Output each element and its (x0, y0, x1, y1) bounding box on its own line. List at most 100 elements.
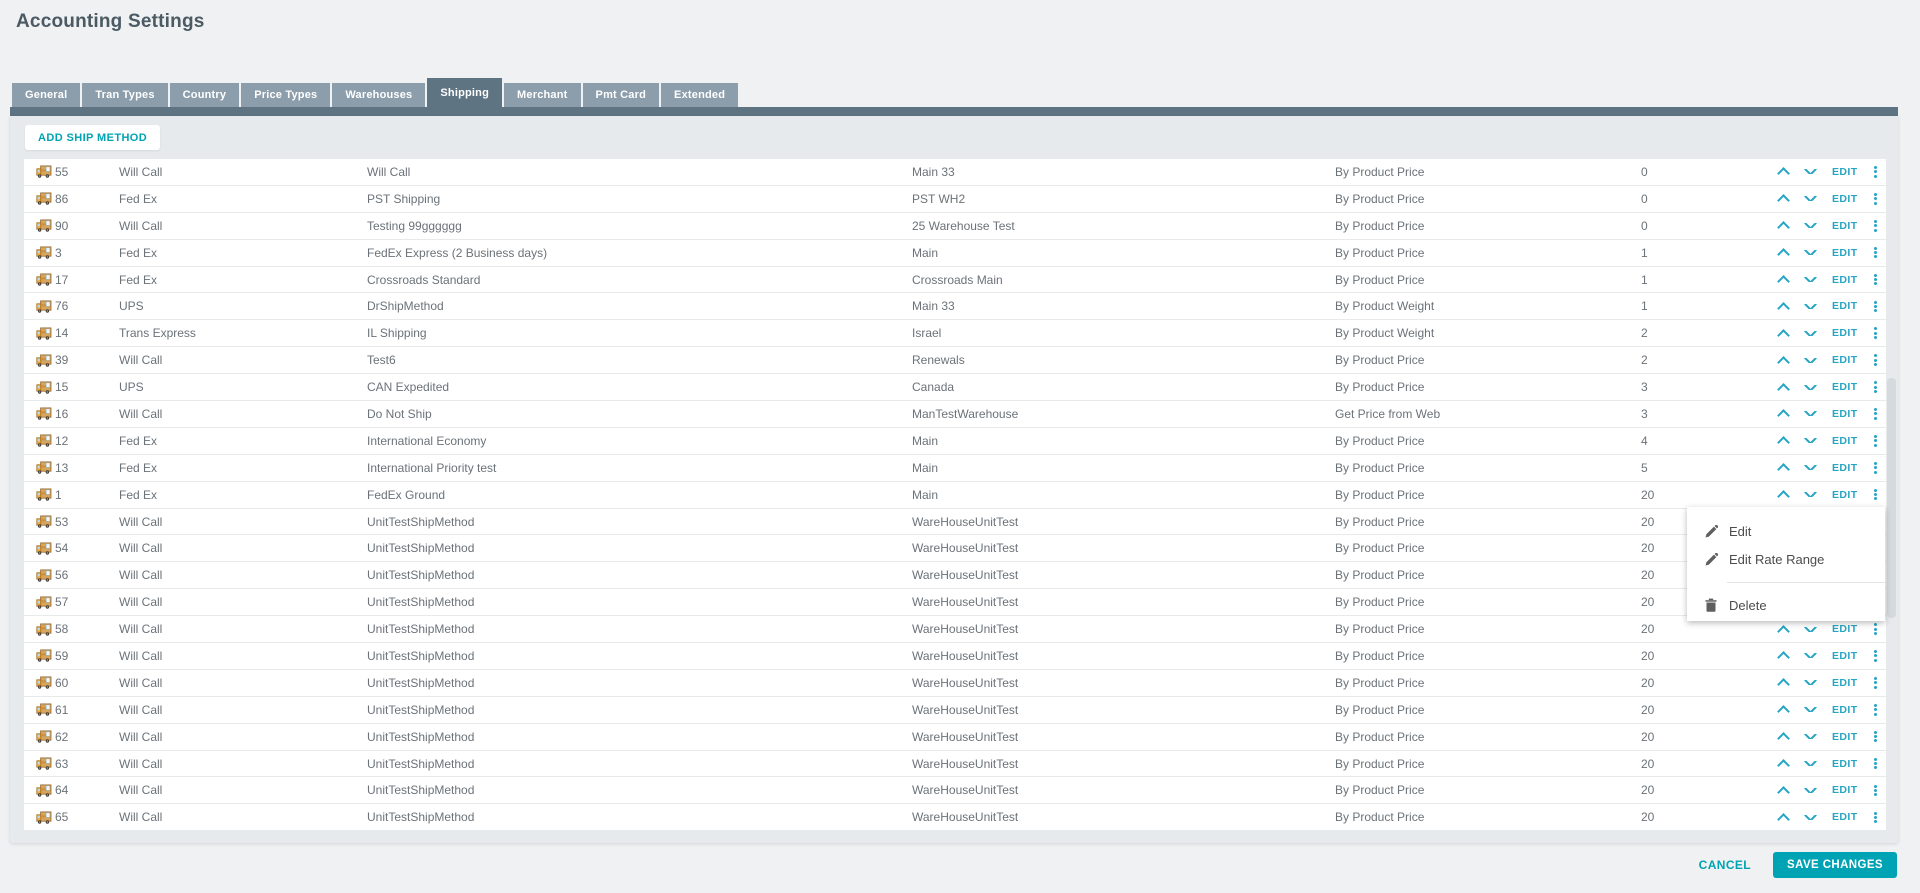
edit-link[interactable]: EDIT (1822, 704, 1864, 716)
move-up-button[interactable] (1768, 784, 1798, 797)
move-down-button[interactable] (1798, 411, 1822, 417)
more-actions-button[interactable] (1864, 192, 1886, 206)
edit-link[interactable]: EDIT (1822, 435, 1864, 447)
move-up-button[interactable] (1768, 246, 1798, 260)
edit-link[interactable]: EDIT (1822, 677, 1864, 689)
move-up-button[interactable] (1768, 219, 1798, 233)
move-down-button[interactable] (1798, 787, 1822, 793)
context-menu-item-edit[interactable]: Edit (1687, 517, 1885, 545)
more-actions-button[interactable] (1864, 219, 1886, 233)
move-down-button[interactable] (1798, 357, 1822, 363)
more-actions-button[interactable] (1864, 353, 1886, 367)
edit-link[interactable]: EDIT (1822, 300, 1864, 312)
edit-link[interactable]: EDIT (1822, 274, 1864, 286)
move-up-button[interactable] (1768, 407, 1798, 421)
more-actions-button[interactable] (1864, 326, 1886, 340)
edit-link[interactable]: EDIT (1822, 327, 1864, 339)
cancel-button[interactable]: CANCEL (1693, 857, 1757, 873)
scrollbar-thumb[interactable] (1887, 378, 1896, 618)
tab-merchant[interactable]: Merchant (504, 83, 581, 107)
edit-link[interactable]: EDIT (1822, 811, 1864, 823)
move-up-button[interactable] (1768, 273, 1798, 286)
more-actions-button[interactable] (1864, 783, 1886, 797)
move-up-button[interactable] (1768, 381, 1798, 394)
move-up-button[interactable] (1768, 811, 1798, 824)
tab-shipping[interactable]: Shipping (427, 78, 503, 107)
move-up-button[interactable] (1768, 192, 1798, 206)
move-up-button[interactable] (1768, 757, 1798, 771)
tab-warehouses[interactable]: Warehouses (332, 83, 426, 107)
tab-tran-types[interactable]: Tran Types (82, 83, 168, 107)
move-down-button[interactable] (1798, 384, 1822, 390)
edit-link[interactable]: EDIT (1822, 784, 1864, 796)
more-actions-button[interactable] (1864, 622, 1886, 636)
save-changes-button[interactable]: SAVE CHANGES (1773, 852, 1897, 878)
move-down-button[interactable] (1798, 626, 1822, 632)
tab-price-types[interactable]: Price Types (241, 83, 331, 107)
move-down-button[interactable] (1798, 761, 1822, 767)
more-actions-button[interactable] (1864, 730, 1886, 744)
move-up-button[interactable] (1768, 434, 1798, 448)
move-up-button[interactable] (1768, 300, 1798, 313)
move-down-button[interactable] (1798, 465, 1822, 471)
move-up-button[interactable] (1768, 461, 1798, 475)
move-down-button[interactable] (1798, 492, 1822, 498)
move-up-button[interactable] (1768, 165, 1798, 179)
edit-link[interactable]: EDIT (1822, 193, 1864, 205)
move-up-button[interactable] (1768, 327, 1798, 340)
more-actions-button[interactable] (1864, 299, 1886, 313)
more-actions-button[interactable] (1864, 380, 1886, 394)
more-actions-button[interactable] (1864, 810, 1886, 824)
context-menu-item-delete[interactable]: Delete (1687, 591, 1885, 619)
move-down-button[interactable] (1798, 277, 1822, 282)
tab-country[interactable]: Country (169, 83, 240, 107)
tab-general[interactable]: General (12, 83, 81, 107)
move-up-button[interactable] (1768, 623, 1798, 636)
edit-link[interactable]: EDIT (1822, 462, 1864, 474)
edit-link[interactable]: EDIT (1822, 650, 1864, 662)
more-actions-button[interactable] (1864, 649, 1886, 663)
move-down-button[interactable] (1798, 303, 1822, 309)
move-down-button[interactable] (1798, 653, 1822, 659)
edit-link[interactable]: EDIT (1822, 220, 1864, 232)
move-up-button[interactable] (1768, 703, 1798, 717)
move-up-button[interactable] (1768, 354, 1798, 367)
move-up-button[interactable] (1768, 488, 1798, 502)
move-down-button[interactable] (1798, 814, 1822, 820)
edit-link[interactable]: EDIT (1822, 408, 1864, 420)
edit-link[interactable]: EDIT (1822, 381, 1864, 393)
move-down-button[interactable] (1798, 734, 1822, 740)
move-up-button[interactable] (1768, 676, 1798, 690)
move-down-button[interactable] (1798, 330, 1822, 336)
edit-link[interactable]: EDIT (1822, 489, 1864, 501)
more-actions-button[interactable] (1864, 703, 1886, 717)
edit-link[interactable]: EDIT (1822, 731, 1864, 743)
move-down-button[interactable] (1798, 707, 1822, 713)
more-actions-button[interactable] (1864, 676, 1886, 690)
tab-extended[interactable]: Extended (661, 83, 739, 107)
more-actions-button[interactable] (1864, 461, 1886, 475)
move-down-button[interactable] (1798, 223, 1822, 229)
more-actions-button[interactable] (1864, 488, 1886, 502)
tab-pmt-card[interactable]: Pmt Card (582, 83, 660, 107)
more-actions-button[interactable] (1864, 434, 1886, 448)
more-actions-button[interactable] (1864, 756, 1886, 770)
more-actions-button[interactable] (1864, 165, 1886, 179)
edit-link[interactable]: EDIT (1822, 758, 1864, 770)
move-down-button[interactable] (1798, 438, 1822, 444)
edit-link[interactable]: EDIT (1822, 166, 1864, 178)
edit-link[interactable]: EDIT (1822, 247, 1864, 259)
add-ship-method-button[interactable]: ADD SHIP METHOD (25, 125, 161, 150)
more-actions-button[interactable] (1864, 272, 1886, 286)
move-down-button[interactable] (1798, 196, 1822, 202)
context-menu-item-edit-rate-range[interactable]: Edit Rate Range (1687, 545, 1885, 573)
move-up-button[interactable] (1768, 649, 1798, 663)
move-down-button[interactable] (1798, 250, 1822, 256)
move-down-button[interactable] (1798, 680, 1822, 686)
edit-link[interactable]: EDIT (1822, 623, 1864, 635)
more-actions-button[interactable] (1864, 407, 1886, 421)
edit-link[interactable]: EDIT (1822, 354, 1864, 366)
more-actions-button[interactable] (1864, 246, 1886, 260)
move-up-button[interactable] (1768, 730, 1798, 744)
move-down-button[interactable] (1798, 169, 1822, 175)
